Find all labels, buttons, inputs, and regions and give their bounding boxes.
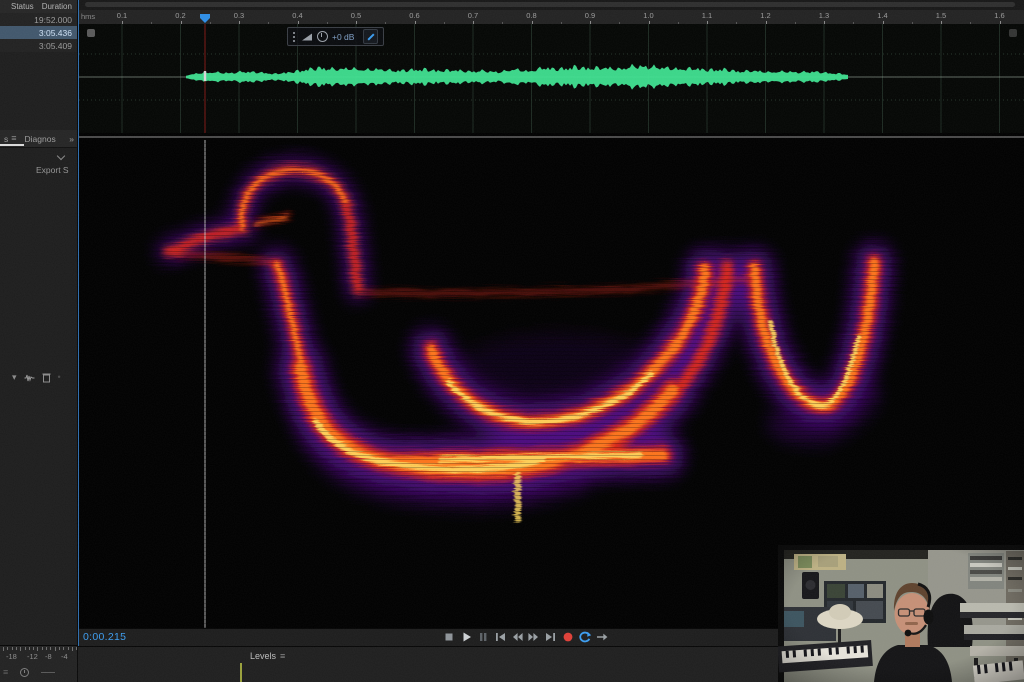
files-toolbar: ▾ • <box>12 372 61 383</box>
ruler-tick-label: 1.4 <box>872 11 894 20</box>
tab-diagnostics[interactable]: Diagnos <box>17 134 56 144</box>
ruler-unit-label: hms <box>81 12 95 21</box>
export-settings-label[interactable]: Export S <box>36 165 69 175</box>
ruler-tick-label: 0.3 <box>228 11 250 20</box>
left-sidebar-panel: Status Duration 19:52.000 3:05.436 3:05.40… <box>0 0 78 682</box>
more-icon[interactable]: • <box>58 373 61 382</box>
transport-loop-button[interactable] <box>577 629 593 645</box>
clock-icon <box>317 31 328 42</box>
column-duration[interactable]: Duration <box>34 2 72 11</box>
meter-scale-label: -12 <box>27 652 38 661</box>
hud-drag-handle[interactable] <box>293 32 297 42</box>
levels-tab-label: Levels <box>250 651 276 661</box>
transport-skip-back-button[interactable] <box>492 629 508 645</box>
meter-options-row: ≡ <box>3 668 73 677</box>
divider-dash <box>41 672 55 673</box>
file-duration: 3:05.436 <box>0 28 77 38</box>
ruler-tick-label: 1.3 <box>813 11 835 20</box>
webcam-overlay <box>778 545 1024 682</box>
meter-indicator <box>240 663 242 682</box>
menu-icon[interactable]: ≡ <box>3 668 8 677</box>
audition-app-window: Status Duration 19:52.000 3:05.436 3:05.40… <box>0 0 1024 682</box>
transport-record-button[interactable] <box>560 629 576 645</box>
ruler-tick-label: 1.0 <box>638 11 660 20</box>
clock-icon[interactable] <box>20 668 29 677</box>
trash-icon[interactable] <box>42 372 51 383</box>
ruler-tick-label: 1.6 <box>989 11 1011 20</box>
volume-hud[interactable]: +0 dB <box>287 27 384 46</box>
ruler-tick-label: 0.8 <box>521 11 543 20</box>
ruler-tick-label: 0.6 <box>404 11 426 20</box>
transport-stop-button[interactable] <box>441 629 457 645</box>
levels-tab[interactable]: Levels ≡ <box>250 651 285 661</box>
ruler-tick-label: 0.9 <box>579 11 601 20</box>
active-tab-underline <box>0 144 24 146</box>
transport-play-button[interactable] <box>458 629 474 645</box>
tab-overflow-icon[interactable]: » <box>69 134 77 144</box>
wrench-icon[interactable] <box>363 29 378 44</box>
playhead-handle <box>204 71 206 81</box>
ruler-tick-label: 1.5 <box>930 11 952 20</box>
panel-menu-icon[interactable]: ≡ <box>8 134 16 143</box>
ruler-tick-label: 0.2 <box>170 11 192 20</box>
dropdown-arrow-icon[interactable]: ▾ <box>12 373 17 382</box>
transport-pause-button[interactable] <box>475 629 491 645</box>
panel-splitter[interactable] <box>79 133 1024 140</box>
meter-scale-label: -8 <box>45 652 52 661</box>
ruler-tick-label: 1.2 <box>755 11 777 20</box>
playhead-time-display[interactable]: 0:00.215 <box>83 631 126 643</box>
audio-waveform <box>186 64 848 90</box>
ruler-tick-label: 1.1 <box>696 11 718 20</box>
meter-scale-label: -4 <box>61 652 68 661</box>
waveform-icon[interactable] <box>24 373 35 383</box>
meter-scale-label: -18 <box>6 652 17 661</box>
file-duration: 19:52.000 <box>0 15 77 25</box>
tab-partial[interactable]: s <box>0 134 8 144</box>
files-table: Status Duration 19:52.000 3:05.436 3:05.40… <box>0 0 77 52</box>
spectrogram-duck-art <box>166 168 872 628</box>
panel-options-button[interactable] <box>1009 29 1017 37</box>
file-duration: 3:05.409 <box>0 41 77 51</box>
hud-gain-value[interactable]: +0 dB <box>332 32 354 42</box>
ruler-tick-label: 0.4 <box>287 11 309 20</box>
transport-skip-selection-button[interactable] <box>594 629 610 645</box>
transport-fast-forward-button[interactable] <box>526 629 542 645</box>
ruler-tick-label: 0.7 <box>462 11 484 20</box>
ruler-tick-label: 0.5 <box>345 11 367 20</box>
channel-button[interactable] <box>87 29 95 37</box>
chevron-down-icon[interactable] <box>58 153 64 159</box>
column-status[interactable]: Status <box>0 2 34 11</box>
file-row[interactable]: 19:52.000 <box>0 13 77 26</box>
ruler-tick-label: 0.1 <box>111 11 133 20</box>
transport-controls <box>441 629 610 645</box>
files-table-header[interactable]: Status Duration <box>0 0 77 13</box>
transport-rewind-button[interactable] <box>509 629 525 645</box>
file-row[interactable]: 3:05.409 <box>0 39 77 52</box>
sidebar-meter-panel: -18 -12 -8 -4 ≡ <box>0 645 77 682</box>
waveform-display[interactable] <box>79 24 1024 133</box>
timeline-ruler[interactable]: hms 0.1 0.2 0.3 0.4 0.5 0.6 0.7 0.8 0.9 1.0 1.1 1.2… <box>79 10 1024 25</box>
navigator-scrollbar[interactable] <box>85 2 1015 7</box>
transport-skip-forward-button[interactable] <box>543 629 559 645</box>
zoom-navigator <box>79 0 1024 10</box>
file-row[interactable]: 3:05.436 <box>0 26 77 39</box>
panel-menu-icon[interactable]: ≡ <box>280 652 285 661</box>
fader-icon <box>301 32 313 42</box>
